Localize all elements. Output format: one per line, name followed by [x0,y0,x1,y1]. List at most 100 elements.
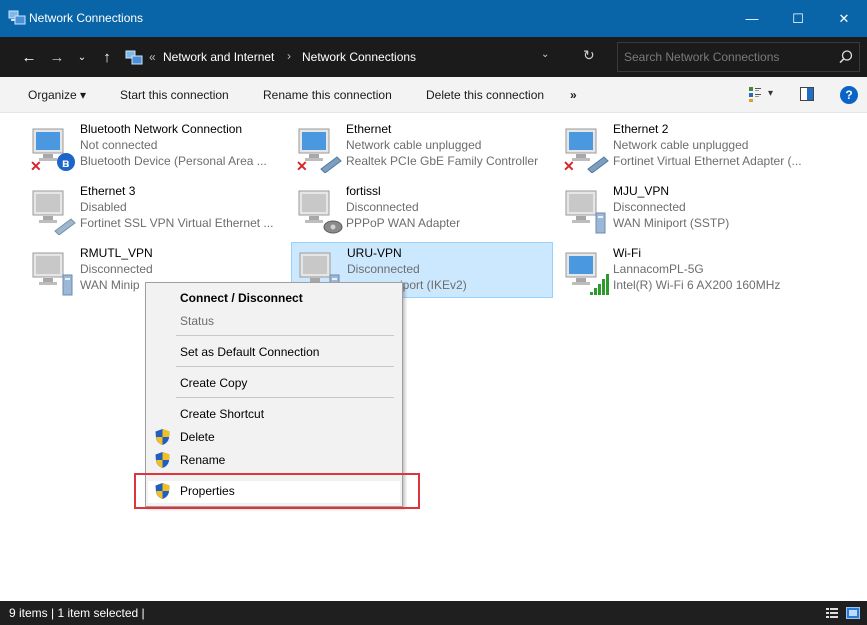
connection-name: fortissl [346,184,381,198]
navigation-bar: ← → ⌄ ↑ « Network and Internet › Network… [0,37,867,77]
wifi-icon [565,252,609,295]
delete-connection-button[interactable]: Delete this connection [426,88,544,102]
menu-item-delete[interactable]: Delete [180,430,215,444]
vpn-icon [32,252,73,296]
menu-item-status[interactable]: Status [180,314,214,328]
connection-device: Fortinet Virtual Ethernet Adapter (... [613,154,802,168]
menu-separator [176,397,394,398]
connection-device: Intel(R) Wi-Fi 6 AX200 160MHz [613,278,781,292]
connection-name: Ethernet 3 [80,184,136,198]
breadcrumb-overflow[interactable]: « [149,50,156,64]
connection-name: URU-VPN [347,246,402,260]
help-icon[interactable]: ? [840,86,858,104]
large-icons-view-icon[interactable] [846,607,860,619]
uac-shield-icon [155,452,170,468]
breadcrumb-network-connections[interactable]: Network Connections [302,50,416,64]
menu-item-create-copy[interactable]: Create Copy [180,376,247,390]
connection-device: Realtek PCIe GbE Family Controller [346,154,539,168]
connection-status: Disconnected [80,262,153,276]
ethernet-unplugged-icon: ✕ [563,128,609,173]
list-item-ethernet[interactable]: ✕ Ethernet Network cable unplugged Realt… [291,121,553,177]
connection-status: Not connected [80,138,158,152]
connection-status: Disconnected [346,200,419,214]
svg-text:✕: ✕ [563,158,575,173]
connection-device: PPPoP WAN Adapter [346,216,461,230]
svg-text:ʙ: ʙ [62,156,69,170]
preview-pane-icon[interactable] [800,87,814,101]
breadcrumb-network-and-internet[interactable]: Network and Internet [163,50,274,64]
chevron-down-icon: ⌄ [77,51,87,63]
maximize-button[interactable]: ☐ [775,0,821,37]
change-view-button[interactable]: ▾ [748,86,778,104]
list-item-ethernet-3[interactable]: Ethernet 3 Disabled Fortinet SSL VPN Vir… [25,183,287,239]
forward-arrow-icon: → [49,48,65,66]
connection-device: Bluetooth Device (Personal Area ... [80,154,267,168]
connection-status: Network cable unplugged [346,138,482,152]
network-connections-icon [8,10,26,25]
list-item-bluetooth[interactable]: ✕ ʙ Bluetooth Network Connection Not con… [25,121,287,177]
search-input[interactable] [624,48,824,66]
minimize-button[interactable]: — [729,0,775,37]
address-bar[interactable]: « Network and Internet › Network Connect… [120,42,609,72]
minimize-icon: — [745,11,759,26]
dialup-icon [298,190,343,234]
list-item-wifi[interactable]: Wi-Fi LannacomPL-5G Intel(R) Wi-Fi 6 AX2… [558,245,820,301]
ethernet-disabled-icon [32,190,76,235]
connection-status: Network cable unplugged [613,138,749,152]
menu-item-set-default[interactable]: Set as Default Connection [180,345,319,359]
close-icon: ✕ [838,10,850,26]
connection-status: LannacomPL-5G [613,262,704,276]
chevron-down-icon: ▾ [768,88,774,99]
svg-text:✕: ✕ [296,158,308,173]
details-view-icon[interactable] [826,607,838,619]
up-button[interactable]: ↑ [96,37,118,77]
start-connection-button[interactable]: Start this connection [120,88,229,102]
connections-list: ✕ ʙ Bluetooth Network Connection Not con… [0,113,867,601]
connection-name: RMUTL_VPN [80,246,153,260]
search-box[interactable] [617,42,860,72]
window-title: Network Connections [29,11,144,25]
connection-name: Wi-Fi [613,246,641,260]
connection-name: Bluetooth Network Connection [80,122,243,136]
menu-item-rename[interactable]: Rename [180,453,225,467]
connection-status: Disabled [80,200,127,214]
svg-text:✕: ✕ [30,158,42,173]
rename-connection-button[interactable]: Rename this connection [263,88,392,102]
back-arrow-icon: ← [21,48,37,66]
network-connections-icon [125,50,143,65]
view-tiles-icon [749,87,761,102]
address-dropdown-icon[interactable]: ⌄ [541,49,549,60]
recent-locations-button[interactable]: ⌄ [74,37,90,77]
bluetooth-disconnected-icon: ✕ ʙ [30,128,75,173]
command-bar: Organize ▾ Start this connection Rename … [0,77,867,113]
ethernet-unplugged-icon: ✕ [296,128,342,173]
status-text: 9 items | 1 item selected | [9,606,145,620]
connection-status: Disconnected [347,262,420,276]
refresh-icon[interactable]: ↻ [583,47,595,64]
forward-button[interactable]: → [46,37,68,77]
uac-shield-icon [155,429,170,445]
connection-name: MJU_VPN [613,184,670,198]
connection-device: Fortinet SSL VPN Virtual Ethernet ... [80,216,274,230]
search-icon[interactable] [837,48,855,66]
close-button[interactable]: ✕ [821,0,867,37]
status-bar: 9 items | 1 item selected | [0,601,867,625]
list-item-ethernet-2[interactable]: ✕ Ethernet 2 Network cable unplugged For… [558,121,820,177]
back-button[interactable]: ← [18,37,40,77]
more-commands-button[interactable]: » [570,88,577,102]
connection-name: Ethernet [346,122,392,136]
list-item-mju-vpn[interactable]: MJU_VPN Disconnected WAN Miniport (SSTP) [558,183,820,239]
title-bar[interactable]: Network Connections — ☐ ✕ [0,0,867,37]
vpn-icon [565,190,606,234]
connection-status: Disconnected [613,200,686,214]
properties-highlight-box [134,473,420,509]
list-item-fortissl[interactable]: fortissl Disconnected PPPoP WAN Adapter [291,183,553,239]
organize-button[interactable]: Organize ▾ [28,88,86,102]
connection-name: Ethernet 2 [613,122,669,136]
up-arrow-icon: ↑ [103,48,111,66]
breadcrumb-separator[interactable]: › [287,49,291,63]
menu-item-connect-disconnect[interactable]: Connect / Disconnect [180,291,303,305]
menu-item-create-shortcut[interactable]: Create Shortcut [180,407,264,421]
maximize-icon: ☐ [792,10,804,26]
menu-separator [176,366,394,367]
